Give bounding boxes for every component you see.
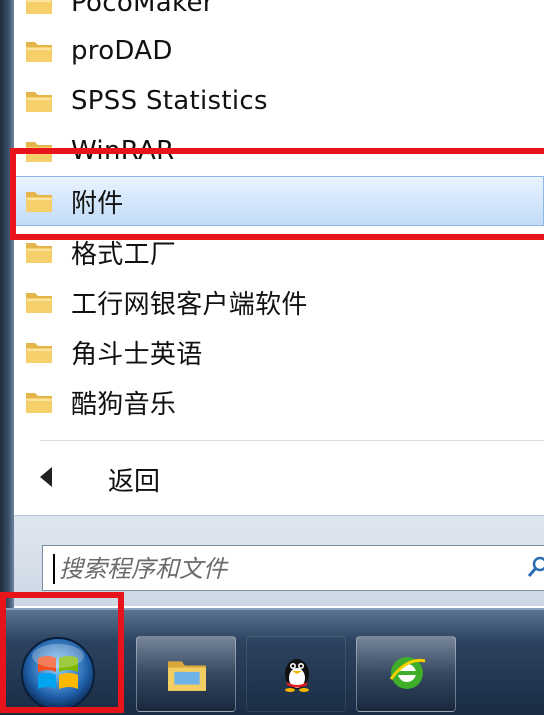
folder-icon [26, 293, 52, 313]
program-item-winrar[interactable]: WinRAR [14, 126, 544, 176]
start-button-windows-orb-icon[interactable] [12, 632, 104, 712]
program-item-accessories[interactable]: 附件 [14, 176, 544, 226]
search-input[interactable] [57, 552, 501, 586]
taskbar-explorer-button[interactable] [136, 636, 236, 712]
back-label: 返回 [108, 467, 161, 497]
program-label: PocoMaker [71, 0, 214, 18]
program-item-kugou-music[interactable]: 酷狗音乐 [14, 377, 544, 427]
explorer-icon [168, 661, 206, 691]
folder-icon [26, 192, 52, 212]
start-menu-left-edge [0, 0, 14, 713]
folder-icon [26, 142, 52, 162]
back-arrow-icon [40, 467, 52, 487]
program-label: 工行网银客户端软件 [71, 289, 308, 320]
program-label: proDAD [71, 36, 173, 66]
program-item-format-factory[interactable]: 格式工厂 [14, 227, 544, 277]
program-item-spss-statistics[interactable]: SPSS Statistics [14, 76, 544, 126]
program-label: 格式工厂 [71, 239, 177, 270]
qq-penguin-icon [285, 659, 309, 692]
folder-icon [26, 343, 52, 363]
folder-icon [26, 92, 52, 112]
program-item-gladiator-english[interactable]: 角斗士英语 [14, 327, 544, 377]
program-item-pocomaker[interactable]: PocoMaker [14, 0, 544, 28]
program-label: 角斗士英语 [71, 339, 203, 370]
program-label: SPSS Statistics [71, 86, 268, 116]
back-button[interactable]: 返回 [14, 455, 544, 503]
taskbar-qq-button[interactable] [246, 636, 346, 712]
program-label: 附件 [71, 188, 124, 219]
text-caret [53, 554, 55, 584]
taskbar-browser-button[interactable] [356, 636, 456, 712]
folder-icon [26, 42, 52, 62]
program-label: WinRAR [71, 136, 175, 166]
search-box[interactable] [42, 545, 544, 591]
program-label: 酷狗音乐 [71, 389, 177, 420]
folder-icon [26, 243, 52, 263]
search-icon[interactable] [527, 556, 544, 578]
program-item-prodad[interactable]: proDAD [14, 26, 544, 76]
folder-icon [26, 393, 52, 413]
ie-browser-icon [389, 657, 426, 689]
menu-divider [40, 440, 544, 441]
folder-icon [26, 0, 52, 14]
program-item-icbc-bank-client[interactable]: 工行网银客户端软件 [14, 277, 544, 327]
